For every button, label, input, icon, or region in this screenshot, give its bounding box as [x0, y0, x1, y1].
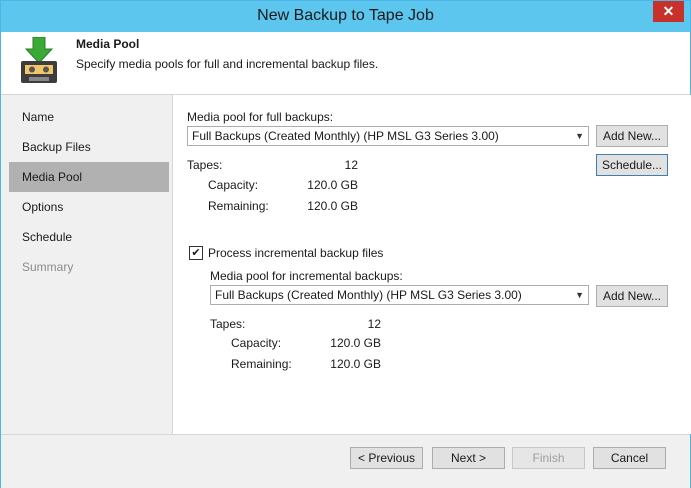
wizard-window: New Backup to Tape Job ✕ Media Pool Spec…: [0, 0, 691, 488]
step-media-pool[interactable]: Media Pool: [9, 162, 169, 192]
close-button[interactable]: ✕: [653, 1, 684, 22]
full-tapes-label: Tapes:: [187, 158, 223, 172]
step-summary: Summary: [22, 260, 74, 274]
wizard-footer: < Previous Next > Finish Cancel: [1, 434, 690, 488]
full-remaining-label: Remaining:: [208, 199, 269, 213]
step-name[interactable]: Name: [9, 102, 169, 132]
content-panel: Media pool for full backups: Full Backup…: [172, 95, 691, 434]
chevron-down-icon: ▼: [575, 131, 584, 141]
next-button[interactable]: Next >: [432, 447, 505, 469]
cancel-button[interactable]: Cancel: [593, 447, 666, 469]
title-bar: New Backup to Tape Job ✕: [1, 1, 690, 32]
full-capacity-label: Capacity:: [208, 178, 259, 192]
finish-button: Finish: [512, 447, 585, 469]
incremental-checkbox-label[interactable]: Process incremental backup files: [208, 246, 383, 260]
page-title: Media Pool: [76, 37, 140, 51]
step-options[interactable]: Options: [9, 192, 169, 222]
incremental-tapes-value: 12: [367, 317, 381, 331]
full-remaining-value: 120.0 GB: [307, 199, 358, 213]
full-add-new-button[interactable]: Add New...: [596, 125, 668, 147]
wizard-steps: Name Backup Files Media Pool Options Sch…: [9, 102, 169, 282]
incremental-capacity-value: 120.0 GB: [330, 336, 381, 350]
incremental-tapes-label: Tapes:: [210, 317, 246, 331]
incremental-remaining-label: Remaining:: [231, 357, 292, 371]
full-capacity-value: 120.0 GB: [307, 178, 358, 192]
incremental-add-new-button[interactable]: Add New...: [596, 285, 668, 307]
previous-button[interactable]: < Previous: [350, 447, 423, 469]
incremental-pool-label: Media pool for incremental backups:: [210, 269, 403, 283]
full-tapes-value: 12: [344, 158, 358, 172]
incremental-remaining-value: 120.0 GB: [330, 357, 381, 371]
incremental-pool-select[interactable]: Full Backups (Created Monthly) (HP MSL G…: [210, 285, 589, 305]
page-subtitle: Specify media pools for full and increme…: [76, 57, 379, 71]
wizard-header: Media Pool Specify media pools for full …: [1, 32, 690, 95]
full-pool-selected: Full Backups (Created Monthly) (HP MSL G…: [192, 129, 499, 143]
step-schedule[interactable]: Schedule: [9, 222, 169, 252]
step-backup-files[interactable]: Backup Files: [9, 132, 169, 162]
chevron-down-icon: ▼: [575, 290, 584, 300]
full-pool-label: Media pool for full backups:: [187, 110, 334, 124]
incremental-pool-selected: Full Backups (Created Monthly) (HP MSL G…: [215, 288, 522, 302]
incremental-checkbox[interactable]: ✔: [189, 246, 203, 260]
incremental-capacity-label: Capacity:: [231, 336, 282, 350]
tape-download-icon: [21, 37, 57, 83]
close-icon: ✕: [662, 3, 675, 19]
full-pool-select[interactable]: Full Backups (Created Monthly) (HP MSL G…: [187, 126, 589, 146]
schedule-button[interactable]: Schedule...: [596, 154, 668, 176]
window-title: New Backup to Tape Job: [257, 7, 434, 24]
